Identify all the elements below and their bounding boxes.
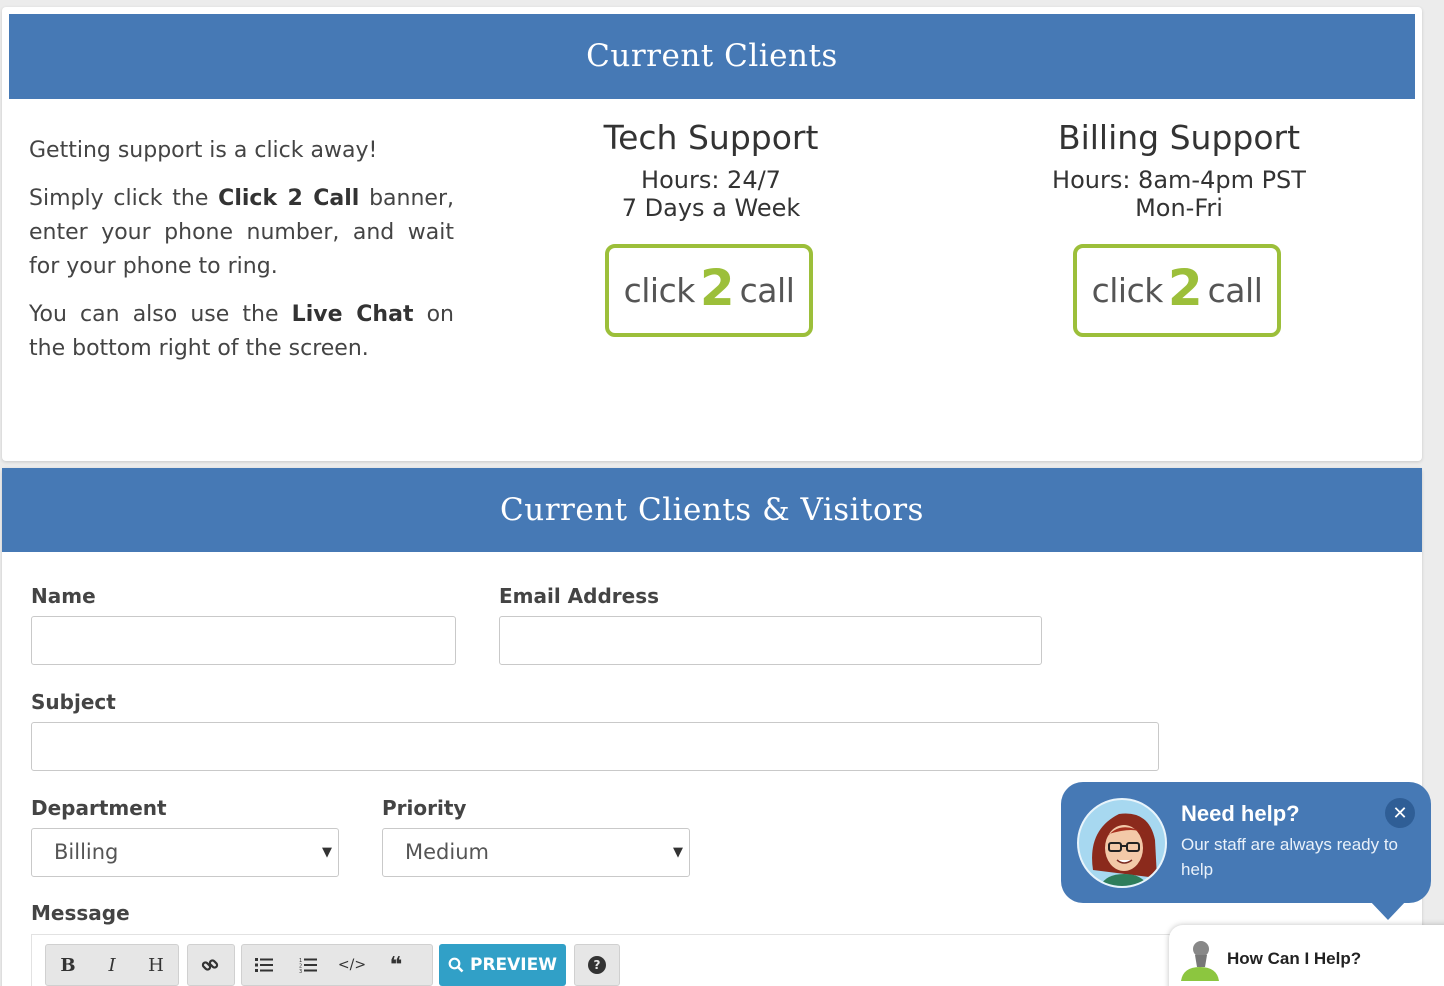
billing-support-hours: Hours: 8am-4pm PST Mon-Fri <box>1052 166 1306 222</box>
intro-livechat-paragraph: You can also use the Live Chat on the bo… <box>29 302 455 361</box>
intro-line: Getting support is a click away! <box>29 138 378 163</box>
live-chat-launcher[interactable]: How Can I Help? <box>1169 925 1444 986</box>
tech-support-title: Tech Support <box>603 118 819 157</box>
heading-button[interactable]: H <box>134 945 178 985</box>
quote-button[interactable]: ❝ <box>374 945 418 985</box>
chevron-down-icon: ▼ <box>673 845 683 860</box>
tech-support-hours: Hours: 24/7 7 Days a Week <box>621 166 801 222</box>
chevron-down-icon: ▼ <box>322 845 332 860</box>
intro-click2call-paragraph: Simply click the Click 2 Call banner, en… <box>29 186 454 279</box>
email-input[interactable] <box>499 616 1042 665</box>
tech-click2call-button[interactable]: click 2 call <box>605 244 813 337</box>
chat-bubble-tail <box>1369 900 1407 920</box>
priority-select[interactable]: Medium ▼ <box>382 828 690 877</box>
bold-button[interactable]: B <box>46 945 90 985</box>
chat-prompt-subtitle: Our staff are always ready to help <box>1181 835 1399 879</box>
close-icon[interactable]: ✕ <box>1385 798 1415 828</box>
name-label: Name <box>31 584 96 608</box>
priority-label: Priority <box>382 796 467 820</box>
list-ol-icon[interactable]: 123 <box>286 945 330 985</box>
email-label: Email Address <box>499 584 660 608</box>
department-selected-value: Billing <box>54 840 119 864</box>
link-icon[interactable] <box>188 945 232 985</box>
italic-button[interactable]: I <box>90 945 134 985</box>
subject-input[interactable] <box>31 722 1159 771</box>
billing-click2call-button[interactable]: click 2 call <box>1073 244 1281 337</box>
code-button[interactable]: </> <box>330 945 374 985</box>
svg-text:3: 3 <box>299 969 302 973</box>
person-icon <box>1181 941 1219 981</box>
block-toolbar-group: 123 </> ❝ <box>241 944 433 986</box>
billing-support-title: Billing Support <box>1057 118 1301 157</box>
list-ul-icon[interactable] <box>242 945 286 985</box>
format-toolbar-group: B I H <box>45 944 179 986</box>
preview-label: PREVIEW <box>469 955 557 975</box>
help-toolbar-group: ? <box>574 944 620 986</box>
live-chat-label: How Can I Help? <box>1227 949 1362 968</box>
preview-button[interactable]: PREVIEW <box>439 944 566 986</box>
department-label: Department <box>31 796 167 820</box>
support-agent-avatar <box>1077 798 1167 888</box>
ticket-form-banner: Current Clients & Visitors <box>2 468 1422 552</box>
tech-support-block: Tech Support Hours: 24/7 7 Days a Week <box>541 118 881 222</box>
chat-prompt-title: Need help? <box>1181 801 1300 826</box>
ticket-form-panel: Current Clients & Visitors Name Email Ad… <box>2 468 1422 986</box>
message-label: Message <box>31 901 130 925</box>
subject-label: Subject <box>31 690 116 714</box>
billing-support-block: Billing Support Hours: 8am-4pm PST Mon-F… <box>1009 118 1349 222</box>
search-icon <box>448 957 464 973</box>
support-intro: Getting support is a click away! Simply … <box>29 134 454 380</box>
priority-selected-value: Medium <box>405 840 489 864</box>
department-select[interactable]: Billing ▼ <box>31 828 339 877</box>
help-icon[interactable]: ? <box>575 945 619 985</box>
name-input[interactable] <box>31 616 456 665</box>
current-clients-banner: Current Clients <box>9 14 1415 99</box>
link-toolbar-group <box>187 944 235 986</box>
chat-prompt-bubble[interactable]: Need help? Our staff are always ready to… <box>1061 782 1431 920</box>
